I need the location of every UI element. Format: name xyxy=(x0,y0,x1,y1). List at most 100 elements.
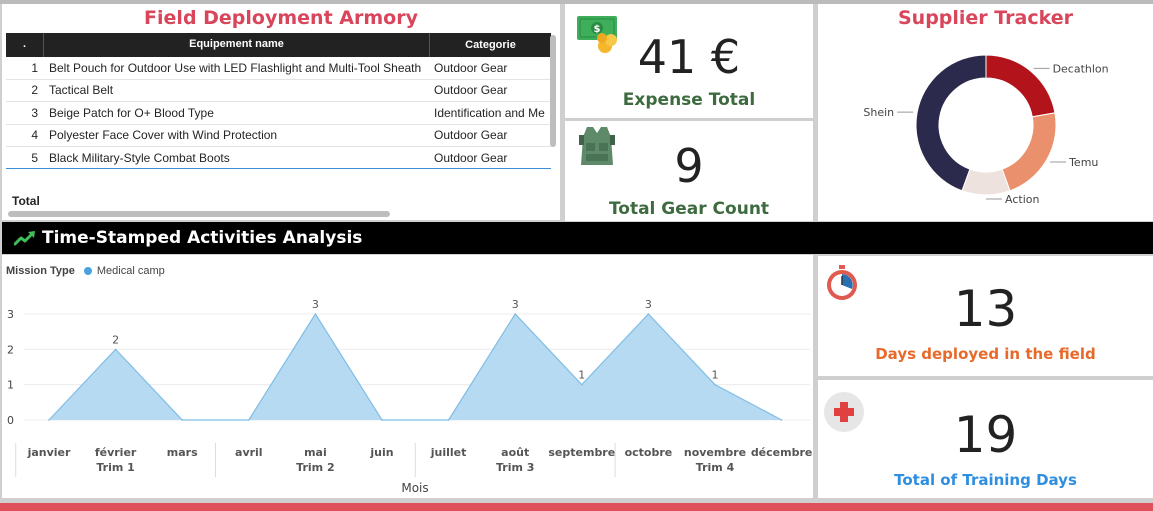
deployed-label: Days deployed in the field xyxy=(875,345,1096,363)
row-category: Outdoor Gear xyxy=(434,60,508,75)
row-equipment-name: Polyester Face Cover with Wind Protectio… xyxy=(49,128,278,143)
armory-table[interactable]: . Equipement name Categorie 1 Belt Pouch … xyxy=(6,33,551,169)
row-category: Outdoor Gear xyxy=(434,150,508,165)
expense-total-card[interactable]: $ 41 € Expense Total xyxy=(565,4,813,118)
x-tick-label: mars xyxy=(167,446,198,459)
x-group-label: Trim 3 xyxy=(496,461,534,474)
y-tick-label: 0 xyxy=(7,414,14,427)
data-label: 3 xyxy=(312,298,319,311)
donut-label-temu: Temu xyxy=(1068,156,1098,169)
armory-table-panel: Field Deployment Armory . Equipement nam… xyxy=(2,4,560,220)
column-header-index[interactable]: . xyxy=(6,33,44,57)
table-row[interactable]: 2 Tactical Belt Outdoor Gear xyxy=(6,80,551,102)
trend-up-icon xyxy=(14,231,35,246)
column-header-equipment-name[interactable]: Equipement name xyxy=(44,33,430,57)
table-header: . Equipement name Categorie xyxy=(6,33,551,57)
supplier-tracker-panel: Supplier Tracker Shein Decathlon Temu Actio… xyxy=(818,4,1153,221)
table-row[interactable]: 1 Belt Pouch for Outdoor Use with LED Fla… xyxy=(6,57,551,80)
data-label: 2 xyxy=(112,333,119,346)
x-tick-label: septembre xyxy=(548,446,615,459)
x-tick-label: avril xyxy=(235,446,263,459)
donut-label-action: Action xyxy=(1005,193,1039,206)
y-tick-label: 2 xyxy=(7,343,14,356)
x-tick-label: août xyxy=(501,446,529,459)
x-tick-label: mai xyxy=(304,446,327,459)
data-point[interactable] xyxy=(714,383,716,386)
gear-count-card[interactable]: 9 Total Gear Count xyxy=(565,121,813,221)
column-header-category[interactable]: Categorie xyxy=(430,34,551,56)
row-category: Outdoor Gear xyxy=(434,128,508,143)
data-label: 1 xyxy=(578,369,585,382)
donut-slice-action[interactable] xyxy=(961,168,1011,196)
data-point[interactable] xyxy=(114,348,117,351)
data-point[interactable] xyxy=(48,419,50,421)
data-point[interactable] xyxy=(248,419,250,421)
data-label: 1 xyxy=(712,369,719,382)
x-tick-label: février xyxy=(95,446,137,459)
y-tick-label: 1 xyxy=(7,379,14,392)
expense-label: Expense Total xyxy=(622,90,756,110)
activity-chart-panel: Mission Type Medical camp 0 1 2 3 2 3 3 1 3 1 janv… xyxy=(2,255,813,498)
data-point[interactable] xyxy=(381,419,383,421)
x-tick-label: novembre xyxy=(684,446,746,459)
y-tick-label: 3 xyxy=(7,308,14,321)
x-group-label: Trim 4 xyxy=(696,461,735,474)
donut-label-decathlon: Decathlon xyxy=(1053,62,1109,75)
x-tick-label: octobre xyxy=(625,446,673,459)
table-vertical-scrollbar[interactable] xyxy=(550,35,556,147)
data-point[interactable] xyxy=(780,419,783,421)
row-category: Identification and Me xyxy=(434,105,545,120)
data-label: 3 xyxy=(645,298,652,311)
data-point[interactable] xyxy=(181,419,183,421)
row-index: 3 xyxy=(31,105,38,120)
row-equipment-name: Belt Pouch for Outdoor Use with LED Flas… xyxy=(49,60,422,75)
donut-label-shein: Shein xyxy=(863,106,894,119)
x-axis-title: Mois xyxy=(401,481,428,495)
row-category: Outdoor Gear xyxy=(434,83,508,98)
row-equipment-name: Tactical Belt xyxy=(49,83,114,98)
table-total-label: Total xyxy=(12,194,40,208)
bottom-accent-bar xyxy=(0,503,1153,511)
data-point[interactable] xyxy=(581,383,583,386)
table-row[interactable]: 5 Black Military-Style Combat Boots Outdoo… xyxy=(6,147,551,168)
row-index: 1 xyxy=(31,60,38,75)
banner-title: Time-Stamped Activities Analysis xyxy=(42,228,363,248)
deployed-value: 13 xyxy=(953,280,1018,338)
area-fill-medical-camp[interactable] xyxy=(49,314,782,420)
x-group-label: Trim 1 xyxy=(96,461,134,474)
data-label: 3 xyxy=(512,298,519,311)
days-deployed-card[interactable]: 13 Days deployed in the field xyxy=(818,256,1153,376)
training-days-card[interactable]: 19 Total of Training Days xyxy=(818,380,1153,498)
table-row[interactable]: 4 Polyester Face Cover with Wind Protecti… xyxy=(6,125,551,147)
table-body: 1 Belt Pouch for Outdoor Use with LED Fla… xyxy=(6,57,551,169)
expense-value: 41 € xyxy=(637,30,741,84)
training-label: Total of Training Days xyxy=(894,471,1077,489)
row-equipment-name: Black Military-Style Combat Boots xyxy=(49,150,230,165)
activity-area-chart[interactable]: 0 1 2 3 2 3 3 1 3 1 janvier février mars avril mai juin… xyxy=(2,255,813,498)
table-horizontal-scrollbar[interactable] xyxy=(8,211,390,217)
gear-label: Total Gear Count xyxy=(608,199,770,219)
data-point[interactable] xyxy=(447,419,450,421)
training-value: 19 xyxy=(953,406,1018,464)
supplier-donut-chart[interactable]: Shein Decathlon Temu Action xyxy=(818,34,1153,219)
data-point[interactable] xyxy=(647,313,650,315)
data-point[interactable] xyxy=(514,313,516,315)
x-group-label: Trim 2 xyxy=(296,461,334,474)
row-equipment-name: Beige Patch for O+ Blood Type xyxy=(49,105,214,120)
donut-slice-temu[interactable] xyxy=(1001,112,1057,192)
x-tick-label: juin xyxy=(369,446,393,459)
row-index: 5 xyxy=(31,150,38,165)
row-index: 4 xyxy=(31,128,38,143)
gear-value: 9 xyxy=(674,139,704,193)
table-row[interactable]: 3 Beige Patch for O+ Blood Type Identifica… xyxy=(6,102,551,125)
armory-title: Field Deployment Armory xyxy=(144,7,418,29)
data-point[interactable] xyxy=(314,313,317,315)
x-tick-label: janvier xyxy=(27,446,71,459)
activities-banner: Time-Stamped Activities Analysis xyxy=(2,222,1153,254)
dashboard-page: Field Deployment Armory . Equipement nam… xyxy=(0,0,1153,511)
x-tick-label: décembre xyxy=(751,446,813,459)
donut-slice-decathlon[interactable] xyxy=(985,54,1056,118)
supplier-title: Supplier Tracker xyxy=(897,7,1074,29)
row-index: 2 xyxy=(31,83,38,98)
x-tick-label: juillet xyxy=(430,446,467,459)
